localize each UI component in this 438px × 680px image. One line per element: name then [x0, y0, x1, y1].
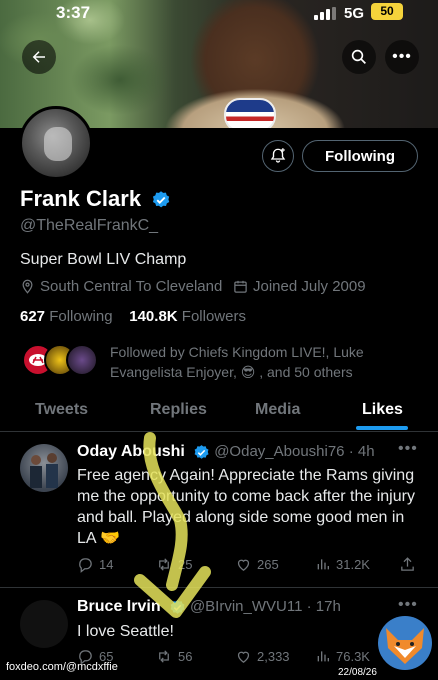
views-button[interactable]: 76.3K: [315, 648, 370, 664]
views-count: 76.3K: [336, 648, 370, 664]
retweet-button[interactable]: 25: [155, 556, 192, 573]
back-button[interactable]: [22, 40, 56, 74]
followers-label: Followers: [181, 308, 246, 325]
tweet-author-name[interactable]: Bruce Irvin: [77, 598, 161, 615]
tweet-author-name[interactable]: Oday Aboushi: [77, 443, 185, 460]
tweet-header: Bruce Irvin @BIrvin_WVU11 · 17h: [77, 598, 341, 616]
followers-count: 140.8K: [129, 308, 178, 325]
location-text: South Central To Cleveland: [40, 278, 223, 295]
retweet-count: 56: [178, 649, 193, 664]
signal-icon: [314, 7, 336, 20]
heart-icon: [237, 559, 250, 571]
tweet-more-button[interactable]: •••: [398, 440, 418, 458]
date-stamp: 22/08/26: [338, 667, 377, 678]
tweet-author-handle[interactable]: @BIrvin_WVU11: [190, 598, 302, 615]
tab-replies[interactable]: Replies: [150, 401, 207, 419]
views-chart-icon: [317, 651, 329, 662]
following-label: Following: [49, 308, 113, 325]
arrow-left-icon: [32, 51, 45, 63]
views-chart-icon: [317, 559, 329, 570]
more-options-button[interactable]: •••: [385, 40, 419, 74]
profile-name: Frank Clark: [20, 186, 171, 212]
retweet-button[interactable]: 56: [155, 648, 192, 665]
following-button[interactable]: Following: [302, 140, 418, 172]
following-link[interactable]: 627 Following: [20, 308, 113, 325]
profile-location: South Central To Cleveland: [20, 278, 222, 295]
search-button[interactable]: [342, 40, 376, 74]
more-horizontal-icon: •••: [392, 48, 412, 65]
share-icon: [401, 557, 414, 571]
follower-avatar: [66, 344, 98, 376]
search-icon: [351, 49, 366, 64]
location-pin-icon: [22, 279, 33, 294]
like-count: 265: [257, 557, 279, 572]
tweet-header: Oday Aboushi @Oday_Aboushi76 · 4h: [77, 443, 375, 461]
tab-tweets[interactable]: Tweets: [35, 401, 88, 419]
profile-name-text: Frank Clark: [20, 186, 142, 211]
following-count: 627: [20, 308, 46, 325]
retweet-count: 25: [178, 557, 193, 572]
verified-badge-icon: [153, 191, 170, 208]
tweet-more-button[interactable]: •••: [398, 596, 418, 614]
reply-count: 14: [99, 557, 114, 572]
followed-by-text[interactable]: Followed by Chiefs Kingdom LIVE!, Luke E…: [110, 342, 410, 382]
tab-media[interactable]: Media: [255, 401, 300, 419]
like-count: 2,333: [257, 649, 290, 664]
profile-bio: Super Bowl LIV Champ: [20, 251, 187, 268]
fox-logo-icon: [378, 616, 432, 670]
retweet-icon: [159, 558, 169, 571]
share-button[interactable]: [399, 556, 416, 573]
verified-badge-icon: [194, 444, 209, 459]
profile-stats: 627 Following 140.8K Followers: [20, 308, 246, 325]
profile-handle: @TheRealFrankC_: [20, 217, 159, 234]
views-count: 31.2K: [336, 556, 370, 572]
tweet-text: Free agency Again! Appreciate the Rams g…: [77, 467, 415, 547]
battery-icon: 50: [371, 3, 403, 20]
reply-icon: [79, 558, 92, 573]
watermark-text: foxdeo.com/@mcdxffie: [6, 661, 118, 673]
status-time: 3:37: [56, 3, 91, 22]
tweet-time: · 4h: [348, 443, 375, 460]
tweet-text: I love Seattle!: [77, 623, 174, 640]
followers-link[interactable]: 140.8K Followers: [129, 308, 246, 325]
notifications-button[interactable]: [262, 140, 294, 172]
like-button[interactable]: 2,333: [235, 648, 290, 665]
tweet-author-handle[interactable]: @Oday_Aboushi76: [214, 443, 344, 460]
reply-button[interactable]: 14: [77, 556, 113, 573]
like-button[interactable]: 265: [235, 556, 279, 573]
status-bar: 3:37 5G 50: [0, 0, 438, 30]
tweet-time: · 17h: [306, 598, 341, 615]
tab-likes[interactable]: Likes: [362, 401, 403, 419]
network-label: 5G: [344, 5, 365, 22]
heart-icon: [237, 651, 250, 663]
tweet-divider: [0, 587, 438, 588]
joined-text: Joined July 2009: [253, 278, 366, 295]
verified-badge-icon: [170, 599, 185, 614]
profile-avatar[interactable]: [19, 106, 93, 180]
bell-plus-icon: [270, 148, 286, 163]
profile-joined: Joined July 2009: [233, 278, 366, 295]
calendar-icon: [234, 280, 247, 293]
tweet-author-avatar[interactable]: [20, 444, 68, 492]
active-tab-indicator: [356, 426, 408, 430]
retweet-icon: [159, 650, 169, 663]
views-button[interactable]: 31.2K: [315, 556, 370, 572]
tweet-author-avatar[interactable]: [20, 600, 68, 648]
